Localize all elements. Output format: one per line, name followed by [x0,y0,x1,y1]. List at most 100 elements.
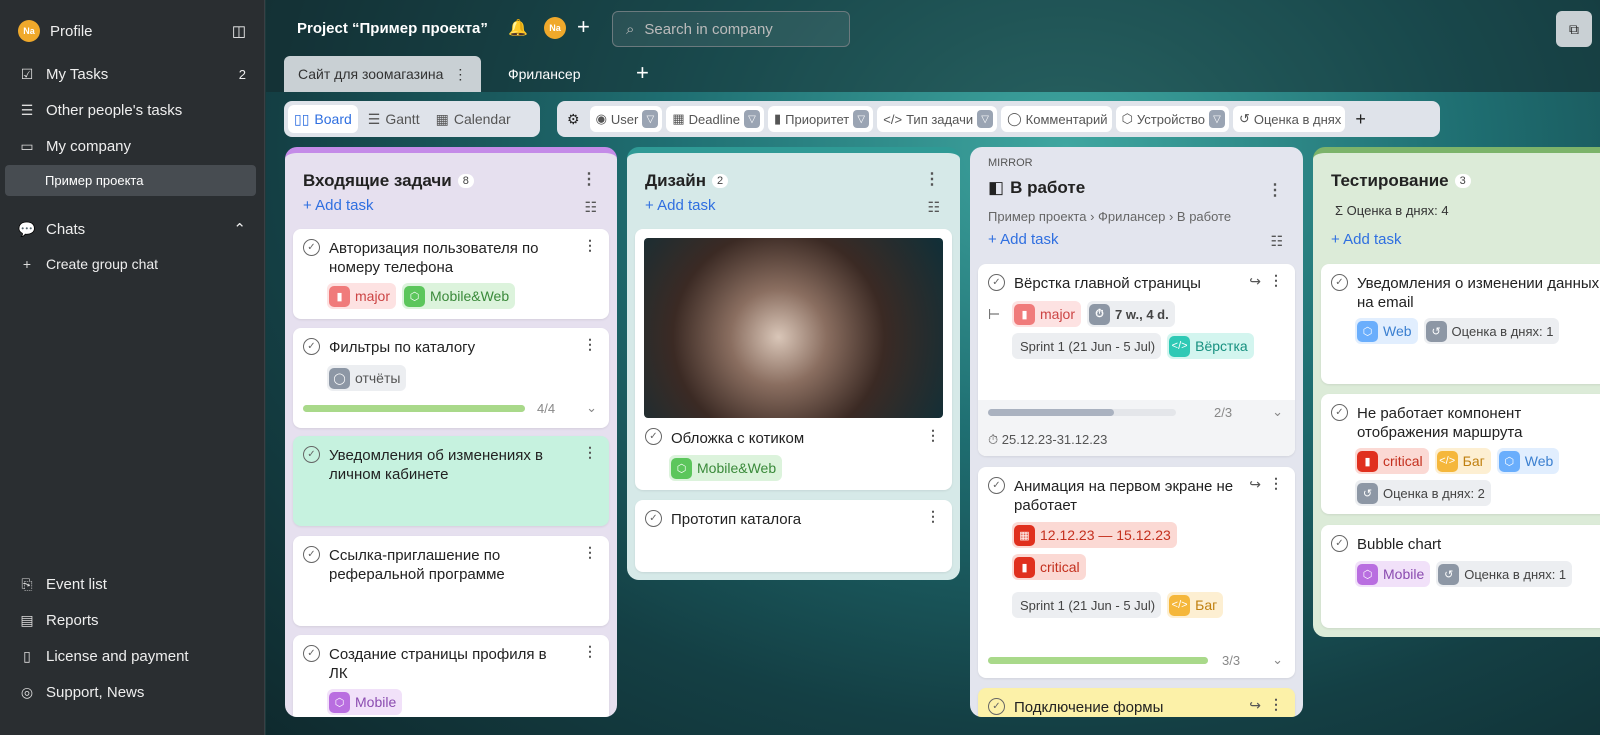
tag-deadline: ▦ 12.12.23 — 15.12.23 [1012,522,1177,548]
card-menu-icon[interactable]: ⋮ [583,336,597,353]
search-input[interactable]: ⌕ Search in company [612,11,850,47]
tab-site[interactable]: Сайт для зоомагазина ⋮ [284,56,482,92]
task-card[interactable]: ✓ Уведомления о изменении данных на email… [1321,264,1600,384]
share-button[interactable]: ⧉ [1556,11,1592,47]
filter-task-type[interactable]: </> Тип задачи ▽ [877,106,998,132]
check-icon[interactable]: ✓ [1331,535,1348,552]
check-icon[interactable]: ✓ [303,239,320,256]
sidebar-item-license[interactable]: ▯ License and payment [18,644,246,668]
crumb[interactable]: В работе [1177,209,1231,224]
card-menu-icon[interactable]: ⋮ [1269,272,1283,289]
crumb[interactable]: Пример проекта [988,209,1086,224]
add-member-icon[interactable]: + [577,14,590,40]
tab-menu-icon[interactable]: ⋮ [453,66,467,83]
add-filter-icon[interactable]: + [1349,109,1372,130]
collapse-sidebar-icon[interactable]: ◫ [232,22,246,40]
cube-icon: ⬡ [329,691,350,713]
check-icon[interactable]: ✓ [645,510,662,527]
sidebar-item-my-tasks[interactable]: ☑ My Tasks 2 [18,62,246,86]
task-card[interactable]: ✓ ⋮ Авторизация пользователя по номеру тел… [293,229,609,319]
check-icon[interactable]: ✓ [988,274,1005,291]
task-card[interactable]: ✓ ⋮ Уведомления об изменениях в личном каб… [293,436,609,526]
filter-priority[interactable]: ▮ Приоритет ▽ [767,106,874,132]
card-menu-icon[interactable]: ⋮ [1269,475,1283,492]
card-menu-icon[interactable]: ⋮ [583,544,597,561]
check-icon[interactable]: ✓ [1331,274,1348,291]
view-calendar[interactable]: ▦ Calendar [430,105,517,133]
filter-estimate[interactable]: ↺ Оценка в днях [1232,106,1346,132]
tab-freelancer[interactable]: Фрилансер [494,56,595,92]
comment-icon: ◯ [1007,111,1022,126]
tag-sprint: Sprint 1 (21 Jun - 5 Jul) [1012,592,1162,618]
sidebar-item-project[interactable]: Пример проекта [5,165,256,196]
member-avatar[interactable]: Na [544,17,566,39]
card-menu-icon[interactable]: ⋮ [583,237,597,254]
task-card[interactable]: ✓ ⋮ Создание страницы профиля в ЛК ⬡ Mobile [293,635,609,717]
chevron-down-icon[interactable]: ⌄ [586,400,597,416]
column-menu-icon[interactable]: ⋮ [581,169,597,189]
layout-icon[interactable]: ☷ [927,199,940,216]
filter-icon[interactable]: ▽ [1208,110,1225,128]
task-card[interactable]: ✓ ⋮ Прототип каталога [635,500,952,572]
check-icon[interactable]: ✓ [303,446,320,463]
card-menu-icon[interactable]: ⋮ [926,508,940,525]
add-task-button[interactable]: + Add task [645,197,715,214]
priority-icon: ▮ [1014,556,1035,578]
card-menu-icon[interactable]: ⋮ [583,643,597,660]
add-tab-icon[interactable]: + [636,60,649,86]
check-icon[interactable]: ✓ [988,477,1005,494]
card-menu-icon[interactable]: ⋮ [926,427,940,444]
task-card[interactable]: ✓ ⋮ Ссылка-приглашение по реферальной прог… [293,536,609,626]
filter-comment[interactable]: ◯ Комментарий [1001,106,1112,132]
board-area: Project “Пример проекта” 🔔 Na + ⌕ Search … [266,0,1600,735]
sidebar-item-chats[interactable]: 💬 Chats ⌃ [18,217,246,241]
layout-icon[interactable]: ☷ [584,199,597,216]
filter-icon[interactable]: ▽ [977,110,994,128]
layout-icon[interactable]: ☷ [1270,233,1283,250]
filter-deadline[interactable]: ▦ Deadline ▽ [666,106,764,132]
add-task-button[interactable]: + Add task [988,231,1058,248]
chevron-down-icon[interactable]: ⌄ [1272,652,1283,668]
task-card[interactable]: ✓ Bubble chart ⬡ Mobile ↺ Оценка в днях: 1 [1321,525,1600,628]
task-card[interactable]: ✓ ⋮ Фильтры по каталогу ◯ отчёты 4/4 ⌄ [293,328,609,428]
column-menu-icon[interactable]: ⋮ [1267,180,1283,200]
create-group-chat[interactable]: + Create group chat [18,252,246,276]
check-icon[interactable]: ✓ [988,698,1005,715]
filter-device[interactable]: ⬡ Устройство ▽ [1115,106,1229,132]
task-card[interactable]: ✓ ↪ ⋮ Вёрстка главной страницы ⊢ ▮ major ⏱ 7 w… [978,264,1295,456]
sidebar-item-other-tasks[interactable]: ☰ Other people's tasks [18,98,246,122]
add-task-button[interactable]: + Add task [303,197,373,214]
bell-icon[interactable]: 🔔 [508,18,528,38]
filter-icon[interactable]: ▽ [853,110,870,128]
filter-icon[interactable]: ▽ [642,110,659,128]
profile[interactable]: Na Profile ◫ [18,19,246,43]
filter-icon[interactable]: ▽ [743,110,760,128]
task-card[interactable]: ✓ ↪ ⋮ Подключение формы [978,688,1295,717]
view-board[interactable]: ▯▯ Board [288,105,358,133]
filter-user[interactable]: ◉ User ▽ [589,106,663,132]
card-menu-icon[interactable]: ⋮ [583,444,597,461]
settings-icon[interactable]: ⚙ [561,111,586,128]
check-icon[interactable]: ✓ [645,428,662,445]
task-card[interactable]: ✓ ⋮ Обложка с котиком ⬡ Mobile&Web [635,229,952,490]
card-menu-icon[interactable]: ⋮ [1269,696,1283,713]
sidebar-item-event-list[interactable]: ⎘ Event list [18,572,246,596]
dates: 25.12.23-31.12.23 [1001,432,1108,447]
check-icon[interactable]: ✓ [303,546,320,563]
chevron-up-icon[interactable]: ⌃ [233,220,246,238]
task-card[interactable]: ✓ Не работает компонент отображения маршр… [1321,394,1600,514]
chevron-down-icon[interactable]: ⌄ [1272,404,1283,420]
code-icon: </> [1169,594,1191,616]
check-icon[interactable]: ✓ [1331,404,1348,421]
sidebar-item-my-company[interactable]: ▭ My company [18,134,246,158]
tag-sprint: Sprint 1 (21 Jun - 5 Jul) [1012,333,1162,359]
check-icon[interactable]: ✓ [303,338,320,355]
crumb[interactable]: Фрилансер [1098,209,1165,224]
task-card[interactable]: ✓ ↪ ⋮ Анимация на первом экране не работает… [978,467,1295,678]
view-gantt[interactable]: ☰ Gantt [362,105,426,133]
sidebar-item-support[interactable]: ◎ Support, News [18,680,246,704]
column-menu-icon[interactable]: ⋮ [924,169,940,189]
sidebar-item-reports[interactable]: ▤ Reports [18,608,246,632]
check-icon[interactable]: ✓ [303,645,320,662]
add-task-button[interactable]: + Add task [1331,231,1401,248]
